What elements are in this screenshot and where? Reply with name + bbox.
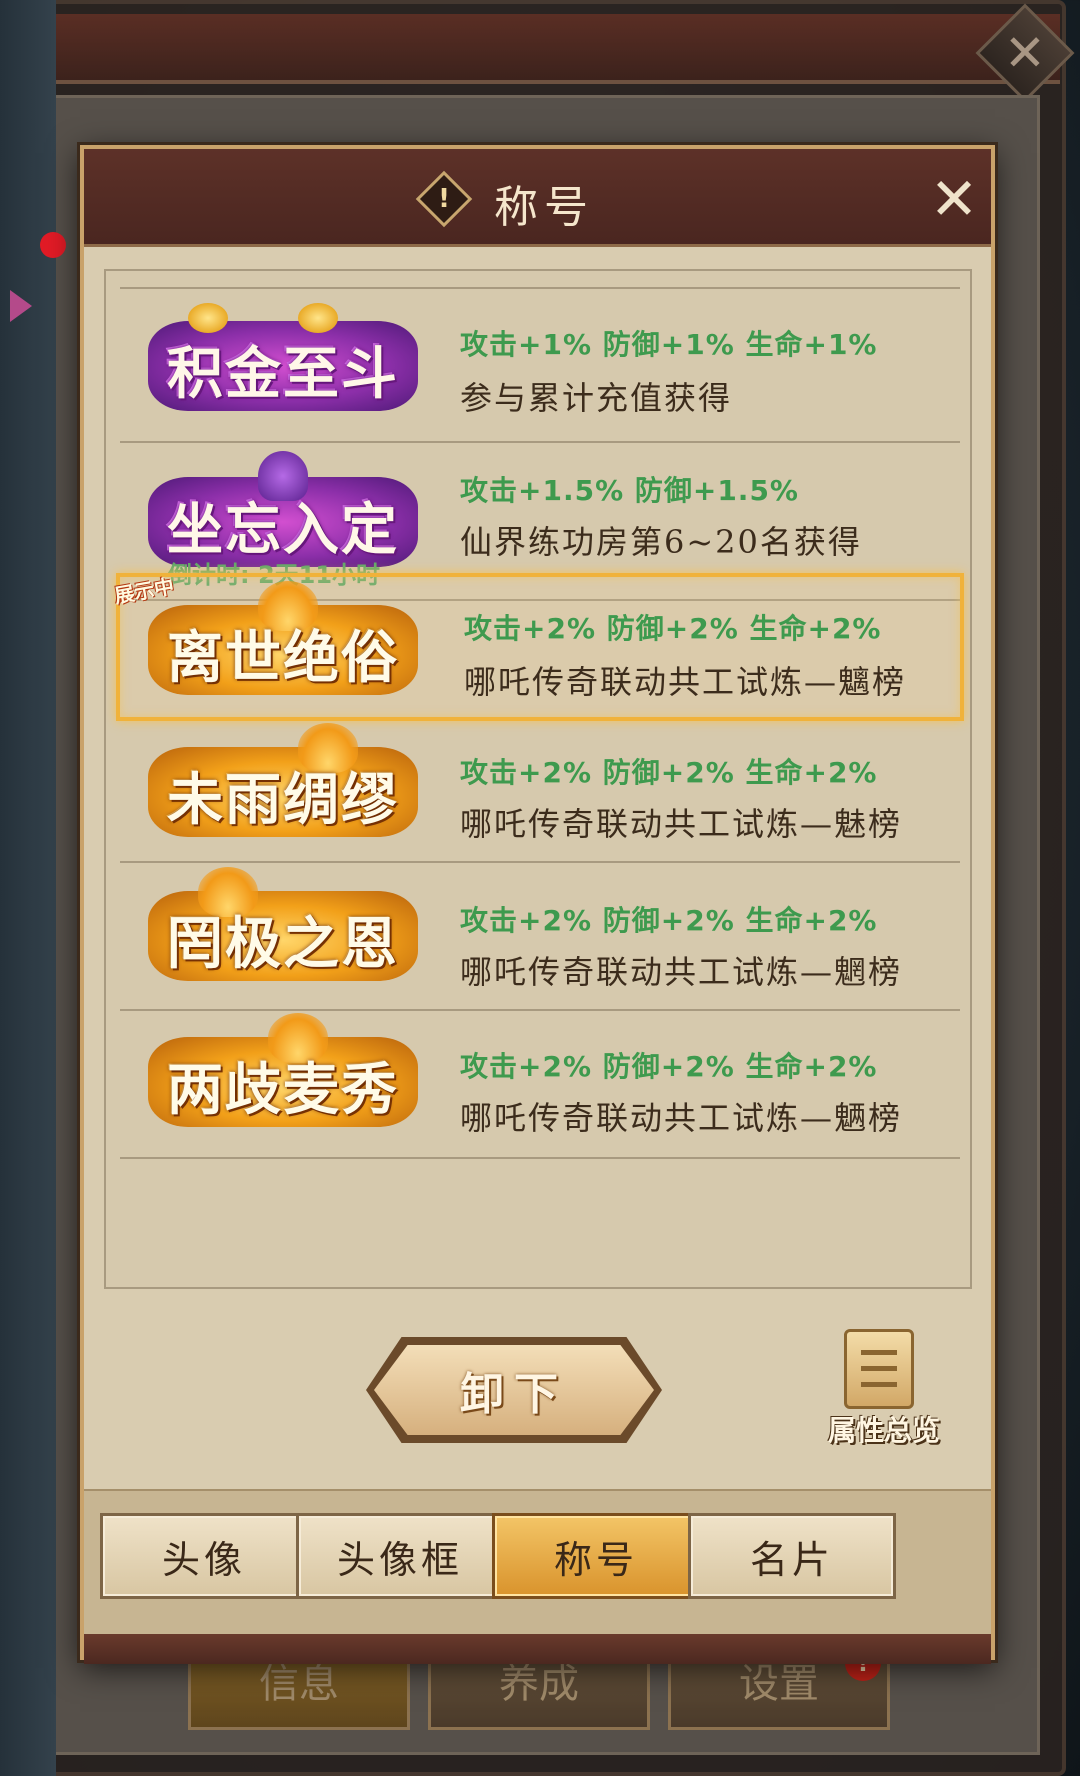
title-list[interactable]: 积金至斗 攻击+1% 防御+1% 生命+1% 参与累计充值获得 坐忘入定 倒计时… [104,269,972,1289]
dialog-footer-strip [84,1634,991,1664]
title-description: 哪吒传奇联动共工试炼—魍榜 [460,953,903,991]
title-stats: 攻击+2% 防御+2% 生命+2% [460,1050,878,1083]
title-stats: 攻击+1% 防御+1% 生命+1% [460,328,878,361]
title-description: 参与累计充值获得 [460,379,733,417]
title-stats: 攻击+2% 防御+2% 生命+2% [464,612,882,645]
title-description: 哪吒传奇联动共工试炼—魑榜 [464,663,907,701]
attribute-overview-button[interactable]: 属性总览 [814,1329,954,1459]
category-tab-bar: 头像 头像框 称号 名片 [84,1489,991,1664]
expand-arrow-icon[interactable] [10,290,32,322]
scroll-icon [844,1329,914,1409]
background-header [20,14,1060,84]
left-edge-panel [0,0,66,1776]
tab-title[interactable]: 称号 [492,1513,700,1599]
title-description: 哪吒传奇联动共工试炼—魉榜 [460,1099,903,1137]
title-stats: 攻击+2% 防御+2% 生命+2% [460,756,878,789]
title-row-jijinzhidou[interactable]: 积金至斗 攻击+1% 防御+1% 生命+1% 参与累计充值获得 [120,287,960,443]
tab-name-card[interactable]: 名片 [688,1513,896,1599]
title-name: 坐忘入定 [167,497,399,563]
title-badge: 积金至斗 [148,303,418,421]
title-name: 两歧麦秀 [167,1057,399,1123]
title-stats: 攻击+2% 防御+2% 生命+2% [460,904,878,937]
title-name: 积金至斗 [167,341,399,407]
dialog-header: ! 称号 ✕ [84,149,991,247]
tab-avatar-frame[interactable]: 头像框 [296,1513,504,1599]
title-description: 哪吒传奇联动共工试炼—魅榜 [460,805,903,843]
title-name: 未雨绸缪 [167,767,399,833]
title-stats: 攻击+1.5% 防御+1.5% [460,474,799,507]
title-badge: 离世绝俗 [148,581,418,705]
info-icon[interactable]: ! [415,170,473,228]
title-dialog: ! 称号 ✕ 积金至斗 攻击+1% 防御+1% 生命+1% 参与累计充值获得 坐… [80,145,995,1664]
title-description: 仙界练功房第6~20名获得 [460,523,862,561]
title-row-weiyuchoumou[interactable]: 未雨绸缪 攻击+2% 防御+2% 生命+2% 哪吒传奇联动共工试炼—魅榜 [120,723,960,863]
list-item-cut-off [146,271,154,285]
attribute-overview-label: 属性总览 [827,1414,940,1447]
notification-dot [40,232,66,258]
close-icon: ✕ [1004,24,1046,82]
title-row-liangqimaixiu[interactable]: 两歧麦秀 攻击+2% 防御+2% 生命+2% 哪吒传奇联动共工试炼—魉榜 [120,1013,960,1159]
title-name: 离世绝俗 [167,625,399,691]
title-row-wangjizhien[interactable]: 罔极之恩 攻击+2% 防御+2% 生命+2% 哪吒传奇联动共工试炼—魍榜 [120,865,960,1011]
close-button[interactable]: ✕ [924,169,984,229]
tab-avatar[interactable]: 头像 [100,1513,308,1599]
unequip-button[interactable]: 卸下 [366,1337,662,1443]
unequip-label: 卸下 [460,1369,568,1420]
title-badge: 未雨绸缪 [148,723,418,847]
title-badge: 罔极之恩 [148,867,418,991]
title-name: 罔极之恩 [167,911,399,977]
dialog-title: 称号 [494,182,594,233]
title-badge: 两歧麦秀 [148,1013,418,1137]
title-row-lishijuesu[interactable]: 离世绝俗 展示中 攻击+2% 防御+2% 生命+2% 哪吒传奇联动共工试炼—魑榜 [113,573,964,721]
